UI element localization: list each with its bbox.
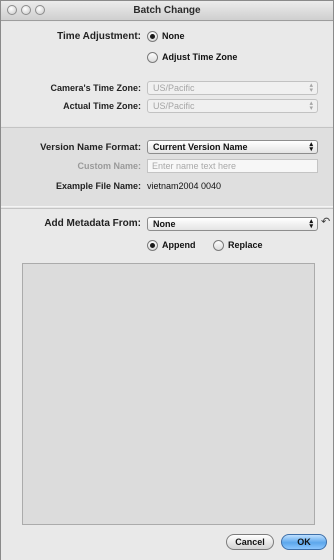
time-adjustment-section: Time Adjustment: None Adjust Time Zone C… [1,22,333,126]
add-metadata-from-popup[interactable]: None ▴ ▾ [147,217,318,231]
actual-time-zone-value: US/Pacific [153,101,195,111]
cameras-time-zone-popup[interactable]: US/Pacific ▴ ▾ [147,81,318,95]
actual-time-zone-popup[interactable]: US/Pacific ▴ ▾ [147,99,318,113]
time-adjustment-label: Time Adjustment: [57,31,141,42]
add-metadata-from-value: None [153,219,176,229]
batch-change-window: Batch Change Time Adjustment: None Adjus… [0,0,334,560]
adjust-time-zone-label[interactable]: Adjust Time Zone [162,52,237,62]
revert-arrow-icon[interactable]: ↶ [321,215,330,228]
popup-arrows-icon: ▴ ▾ [309,218,313,230]
time-adjustment-none-radio[interactable] [147,31,158,42]
version-name-format-label: Version Name Format: [40,142,141,153]
cameras-time-zone-label: Camera's Time Zone: [50,83,141,93]
popup-arrows-icon: ▴ ▾ [309,141,313,153]
cancel-button[interactable]: Cancel [226,534,274,550]
custom-name-label: Custom Name: [77,161,141,171]
replace-radio[interactable] [213,240,224,251]
version-name-format-popup[interactable]: Current Version Name ▴ ▾ [147,140,318,154]
version-name-section: Version Name Format: Current Version Nam… [1,127,333,207]
title-bar: Batch Change [1,1,333,21]
append-label[interactable]: Append [162,240,196,250]
example-file-name-value: vietnam2004 0040 [147,181,222,191]
time-adjustment-none-label[interactable]: None [162,31,185,41]
adjust-time-zone-radio[interactable] [147,52,158,63]
add-metadata-from-label: Add Metadata From: [44,218,141,229]
append-radio[interactable] [147,240,158,251]
custom-name-field[interactable]: Enter name text here [147,159,318,173]
replace-label[interactable]: Replace [228,240,263,250]
cameras-time-zone-value: US/Pacific [153,83,195,93]
window-title: Batch Change [133,5,201,16]
ok-button[interactable]: OK [281,534,327,550]
actual-time-zone-label: Actual Time Zone: [63,101,141,111]
example-file-name-label: Example File Name: [55,181,141,191]
metadata-list-area[interactable] [22,263,315,525]
popup-arrows-icon: ▴ ▾ [309,100,313,112]
version-name-format-value: Current Version Name [153,142,248,152]
popup-arrows-icon: ▴ ▾ [309,82,313,94]
